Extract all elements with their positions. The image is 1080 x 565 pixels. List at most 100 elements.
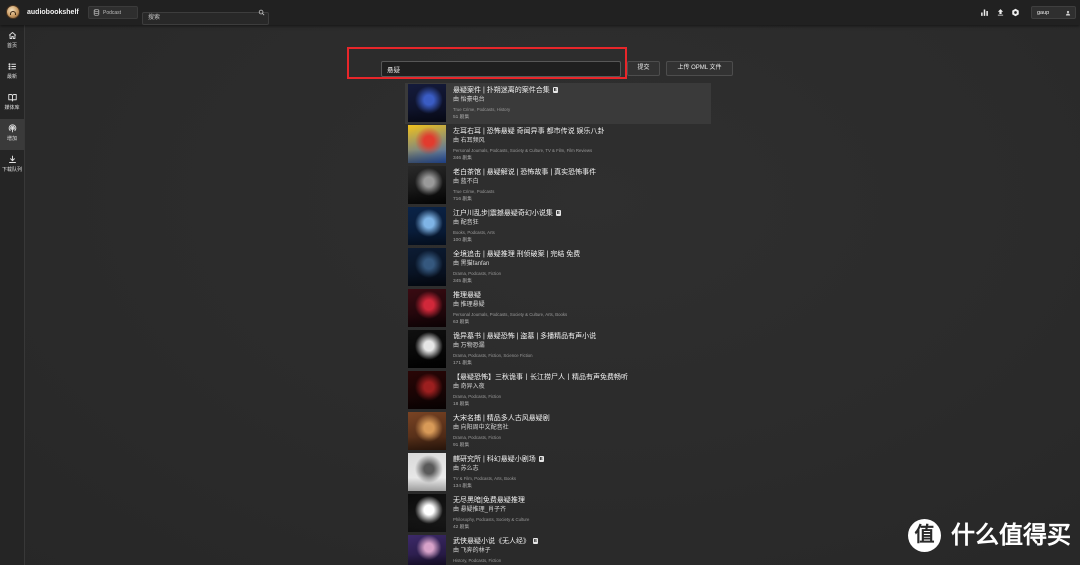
top-bar: audiobookshelf Podcast gaup bbox=[0, 0, 1080, 25]
podcast-title-text: 老白茶馆 | 悬疑解说 | 恐怖故事 | 真实恐怖事件 bbox=[453, 169, 597, 176]
app-name[interactable]: audiobookshelf bbox=[27, 8, 79, 17]
podcast-author: 由 怡豪电台 bbox=[453, 97, 485, 103]
podcast-title-text: 【悬疑恐怖】三秋诡事丨长江捞尸人丨精品有声免费畅听 bbox=[453, 374, 628, 381]
podcast-categories: True Crime, Podcasts bbox=[453, 189, 495, 194]
podcast-title: 悬疑案件 | 扑朔迷离的案件合集 E bbox=[453, 86, 558, 95]
watermark-text: 什么值得买 bbox=[951, 522, 1071, 549]
podcast-title-text: 大宋名捕 | 精品多人古风悬疑剧 bbox=[453, 415, 550, 422]
podcast-episode-count: 63 剧集 bbox=[453, 320, 470, 325]
podcast-title: 推理悬疑 bbox=[453, 291, 481, 300]
explicit-badge: E bbox=[555, 210, 561, 216]
highlight-annotation bbox=[347, 47, 627, 79]
podcast-episode-count: 171 剧集 bbox=[453, 361, 472, 366]
podcast-title-text: 推理悬疑 bbox=[453, 292, 481, 299]
podcast-author: 由 飞奔的林子 bbox=[453, 548, 491, 554]
search-results: 悬疑案件 | 扑朔迷离的案件合集 E 由 怡豪电台 True Crime, Podca… bbox=[405, 83, 711, 565]
podcast-title-text: 左耳右耳 | 恐怖悬疑 奇闻异事 都市传说 娱乐八卦 bbox=[453, 128, 605, 135]
podcast-result-row[interactable]: 全境追击 | 悬疑推理 刑侦破案 | 完结 免费由 黑猫fanfan Drama,… bbox=[405, 247, 711, 288]
podcast-categories: Philosophy, Podcasts, Society & Culture bbox=[453, 517, 530, 522]
podcast-cover bbox=[408, 207, 446, 245]
podcast-episode-count: 345 剧集 bbox=[453, 279, 472, 284]
database-icon bbox=[93, 9, 100, 16]
podcast-cover bbox=[408, 289, 446, 327]
podcast-result-row[interactable]: 麒研究所 | 科幻悬疑小剧场 E 由 苏么志 TV & Film, Podcasts,… bbox=[405, 452, 711, 493]
sidebar-item-download-queue[interactable]: 下载队列 bbox=[0, 150, 24, 181]
podcast-result-row[interactable]: 无尽黑暗|免费悬疑推理由 悬疑推理_肖子齐 Philosophy, Podcast… bbox=[405, 493, 711, 534]
podcast-author: 由 向阳周中文配音社 bbox=[453, 425, 509, 431]
podcast-author: 由 推理悬疑 bbox=[453, 302, 485, 308]
podcast-episode-count: 91 剧集 bbox=[453, 443, 470, 448]
podcast-categories: History, Podcasts, Fiction bbox=[453, 558, 502, 563]
podcast-episode-count: 134 剧集 bbox=[453, 484, 472, 489]
user-icon bbox=[1065, 10, 1071, 16]
sidebar-item-label: 媒体库 bbox=[4, 105, 20, 111]
podcast-result-row[interactable]: 推理悬疑由 推理悬疑 Personal Journals, Podcasts, S… bbox=[405, 288, 711, 329]
upload-icon[interactable] bbox=[996, 8, 1005, 17]
podcast-result-row[interactable]: 【悬疑恐怖】三秋诡事丨长江捞尸人丨精品有声免费畅听由 奇异入夜 Drama, Po… bbox=[405, 370, 711, 411]
sidebar-item-label: 首页 bbox=[6, 43, 17, 49]
podcast-cover bbox=[408, 330, 446, 368]
sidebar-item-add[interactable]: 增加 bbox=[0, 119, 24, 150]
podcast-categories: Drama, Podcasts, Fiction bbox=[453, 435, 501, 440]
podcast-author: 由 苏么志 bbox=[453, 466, 479, 472]
podcast-cover bbox=[408, 84, 446, 122]
podcast-result-row[interactable]: 江户川乱步|震撼悬疑奇幻小说集 E 由 配音狂 Books, Podcasts, Ar… bbox=[405, 206, 711, 247]
podcast-categories: TV & Film, Podcasts, Arts, Books bbox=[453, 476, 517, 481]
podcast-episode-count: 346 剧集 bbox=[453, 156, 472, 161]
podcast-result-row[interactable]: 悬疑案件 | 扑朔迷离的案件合集 E 由 怡豪电台 True Crime, Podca… bbox=[405, 83, 711, 124]
podcast-title: 老白茶馆 | 悬疑解说 | 恐怖故事 | 真实恐怖事件 bbox=[453, 168, 596, 177]
search-icon[interactable] bbox=[258, 9, 265, 16]
podcast-cover bbox=[408, 453, 446, 491]
podcast-result-row[interactable]: 武侠悬疑小说《无人经》 E 由 飞奔的林子 History, Podcasts, Fi… bbox=[405, 534, 711, 565]
podcast-result-row[interactable]: 诡异墓书 | 悬疑恐怖 | 盗墓 | 多播精品有声小说由 万物恐漏 Drama, … bbox=[405, 329, 711, 370]
sidebar-item-library[interactable]: 媒体库 bbox=[0, 88, 24, 119]
sidebar-item-label: 下载队列 bbox=[1, 167, 22, 173]
podcast-cover bbox=[408, 166, 446, 204]
settings-icon[interactable] bbox=[1011, 8, 1020, 17]
podcast-cover bbox=[408, 412, 446, 450]
podcast-author: 由 万物恐漏 bbox=[453, 343, 485, 349]
podcast-result-row[interactable]: 大宋名捕 | 精品多人古风悬疑剧由 向阳周中文配音社 Drama, Podcast… bbox=[405, 411, 711, 452]
book-icon bbox=[7, 94, 17, 102]
podcast-cover bbox=[408, 494, 446, 532]
podcast-episode-count: 51 剧集 bbox=[453, 115, 470, 120]
podcast-categories: Personal Journals, Podcasts, Society & C… bbox=[453, 312, 568, 317]
user-menu-button[interactable]: gaup bbox=[1031, 6, 1076, 19]
podcast-result-row[interactable]: 左耳右耳 | 恐怖悬疑 奇闻异事 都市传说 娱乐八卦由 右耳频风 Personal… bbox=[405, 124, 711, 165]
home-icon bbox=[8, 32, 16, 39]
global-search-input[interactable] bbox=[142, 11, 269, 25]
podcast-title: 无尽黑暗|免费悬疑推理 bbox=[453, 496, 525, 505]
podcast-categories: Drama, Podcasts, Fiction bbox=[453, 271, 501, 276]
submit-button[interactable]: 提交 bbox=[627, 61, 660, 76]
podcast-title: 江户川乱步|震撼悬疑奇幻小说集 E bbox=[453, 209, 561, 218]
podcast-cover bbox=[408, 125, 446, 163]
stats-icon[interactable] bbox=[980, 8, 989, 17]
podcast-categories: Personal Journals, Podcasts, Society & C… bbox=[453, 148, 593, 153]
library-selector[interactable]: Podcast bbox=[88, 6, 138, 19]
sidebar-item-latest[interactable]: 最新 bbox=[0, 57, 24, 88]
podcast-title-text: 诡异墓书 | 悬疑恐怖 | 盗墓 | 多播精品有声小说 bbox=[453, 333, 597, 340]
audiobookshelf-logo-icon[interactable] bbox=[6, 5, 20, 19]
explicit-badge: E bbox=[533, 538, 538, 544]
podcast-categories: Drama, Podcasts, Fiction bbox=[453, 394, 501, 399]
explicit-badge: E bbox=[538, 456, 544, 462]
upload-opml-button[interactable]: 上传 OPML 文件 bbox=[666, 61, 733, 76]
podcast-title-text: 悬疑案件 | 扑朔迷离的案件合集 bbox=[453, 87, 550, 94]
podcast-result-row[interactable]: 老白茶馆 | 悬疑解说 | 恐怖故事 | 真实恐怖事件由 蓝不白 True Cri… bbox=[405, 165, 711, 206]
sidebar-item-home[interactable]: 首页 bbox=[0, 26, 24, 57]
global-search bbox=[142, 6, 269, 25]
podcast-categories: Books, Podcasts, Arts bbox=[453, 230, 495, 235]
podcast-episode-count: 716 剧集 bbox=[453, 197, 472, 202]
podcast-author: 由 奇异入夜 bbox=[453, 384, 485, 390]
podcast-episode-count: 100 剧集 bbox=[453, 238, 472, 243]
podcast-title-text: 江户川乱步|震撼悬疑奇幻小说集 bbox=[453, 210, 553, 217]
podcast-title-text: 无尽黑暗|免费悬疑推理 bbox=[453, 497, 525, 504]
library-selector-label: Podcast bbox=[103, 10, 122, 16]
podcast-title: 【悬疑恐怖】三秋诡事丨长江捞尸人丨精品有声免费畅听 bbox=[453, 373, 628, 382]
podcast-title: 武侠悬疑小说《无人经》 E bbox=[453, 537, 538, 546]
podcast-author: 由 蓝不白 bbox=[453, 179, 479, 185]
explicit-badge: E bbox=[552, 87, 558, 93]
sidebar: 首页 最新 媒体库 增加 下载队列 bbox=[0, 25, 25, 565]
podcast-title: 麒研究所 | 科幻悬疑小剧场 E bbox=[453, 455, 544, 464]
list-icon bbox=[7, 63, 16, 70]
